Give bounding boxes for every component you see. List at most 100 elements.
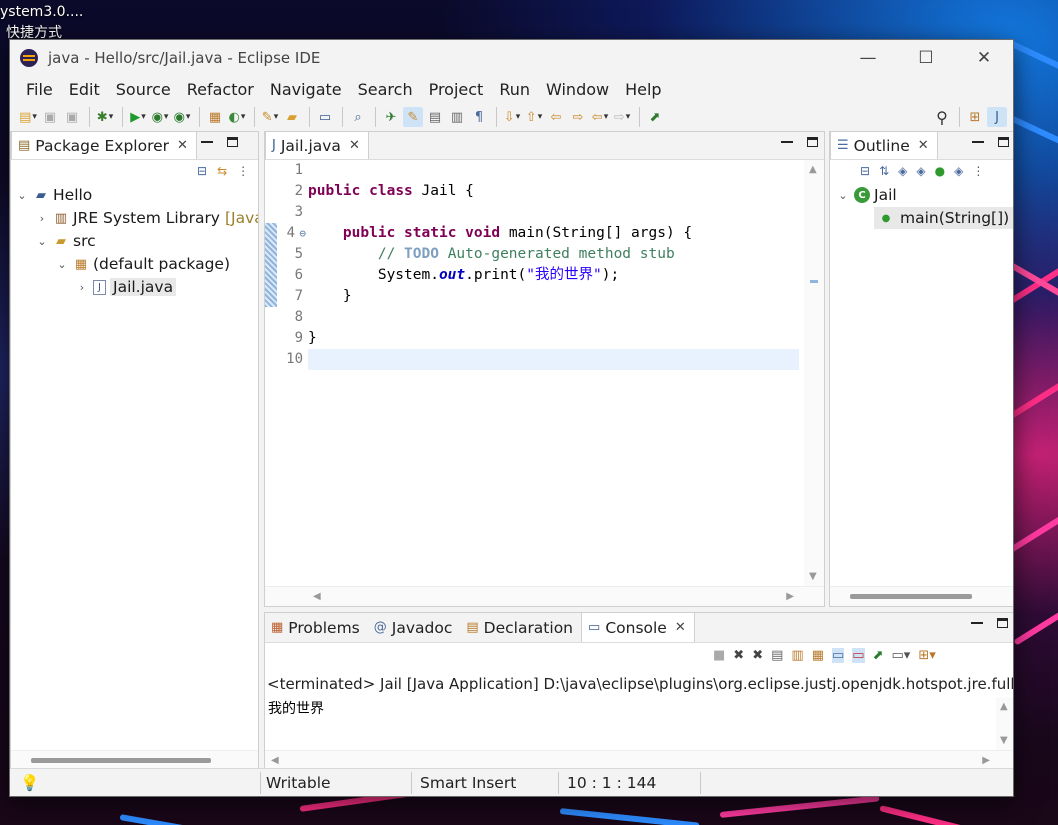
tab-console[interactable]: ▭ Console ✕ bbox=[581, 613, 695, 642]
code-line[interactable]: } bbox=[308, 328, 799, 349]
debug-icon[interactable]: ✱ bbox=[95, 107, 115, 127]
menu-run[interactable]: Run bbox=[491, 80, 538, 99]
maximize-view-icon[interactable] bbox=[807, 137, 818, 147]
menu-navigate[interactable]: Navigate bbox=[262, 80, 350, 99]
show-whitespace-icon[interactable]: ¶ bbox=[469, 107, 489, 127]
tab-jail-java[interactable]: J Jail.java ✕ bbox=[265, 132, 369, 159]
scroll-up-icon[interactable]: ▲ bbox=[809, 164, 817, 175]
block-selection-icon[interactable]: ▤ bbox=[425, 107, 445, 127]
new-java-class-icon[interactable]: ◐ bbox=[227, 107, 247, 127]
hide-static-icon[interactable]: ◈ bbox=[916, 164, 925, 178]
vertical-scrollbar[interactable]: ▲ ▼ bbox=[996, 697, 1013, 750]
horizontal-scrollbar[interactable] bbox=[11, 750, 258, 770]
pin-console-icon[interactable]: ⬈ bbox=[873, 648, 884, 663]
menu-project[interactable]: Project bbox=[421, 80, 492, 99]
terminate-icon[interactable]: ■ bbox=[713, 648, 725, 663]
external-tools-icon[interactable]: ◉ bbox=[172, 107, 192, 127]
title-bar[interactable]: java - Hello/src/Jail.java - Eclipse IDE… bbox=[10, 40, 1013, 76]
collapse-all-icon[interactable]: ⊟ bbox=[197, 164, 207, 178]
tab-problems[interactable]: ▦ Problems bbox=[265, 613, 368, 642]
chevron-down-icon[interactable]: ⌄ bbox=[55, 258, 69, 271]
tree-item-default-package[interactable]: ⌄ ▦ (default package) bbox=[55, 253, 230, 275]
collapse-all-icon[interactable]: ⊟ bbox=[860, 164, 870, 178]
code-line[interactable]: } bbox=[308, 286, 799, 307]
code-line[interactable] bbox=[308, 307, 799, 328]
code-line[interactable]: System.out.print("我的世界"); bbox=[308, 265, 799, 286]
maximize-view-icon[interactable] bbox=[997, 618, 1008, 628]
menu-edit[interactable]: Edit bbox=[61, 80, 108, 99]
maximize-button[interactable]: ☐ bbox=[897, 40, 955, 76]
save-icon[interactable]: ▣ bbox=[40, 107, 60, 127]
chevron-down-icon[interactable]: ⌄ bbox=[836, 189, 850, 202]
sort-icon[interactable]: ⇅ bbox=[879, 164, 889, 178]
chevron-down-icon[interactable]: ⌄ bbox=[35, 235, 49, 248]
close-window-button[interactable]: ✕ bbox=[955, 40, 1013, 76]
code-line[interactable] bbox=[308, 202, 799, 223]
close-icon[interactable]: ✕ bbox=[675, 620, 686, 635]
close-icon[interactable]: ✕ bbox=[177, 138, 188, 153]
last-edit-icon[interactable]: ⇦ bbox=[546, 107, 566, 127]
prev-annotation-icon[interactable]: ⇧ bbox=[524, 107, 544, 127]
chevron-right-icon[interactable]: › bbox=[75, 281, 89, 294]
chevron-down-icon[interactable]: ⌄ bbox=[15, 189, 29, 202]
coverage-icon[interactable]: ◉ bbox=[150, 107, 170, 127]
tree-item-jre-library[interactable]: › ▥ JRE System Library [JavaSE-17] bbox=[35, 207, 258, 229]
close-icon[interactable]: ✕ bbox=[349, 138, 360, 153]
open-type-icon[interactable]: ⌕ bbox=[348, 107, 368, 127]
scroll-down-icon[interactable]: ▼ bbox=[809, 571, 817, 582]
menu-file[interactable]: File bbox=[18, 80, 61, 99]
scroll-left-icon[interactable]: ◀ bbox=[271, 755, 279, 766]
word-wrap-icon[interactable]: ▥ bbox=[447, 107, 467, 127]
minimize-view-icon[interactable] bbox=[781, 137, 793, 143]
tab-javadoc[interactable]: @ Javadoc bbox=[368, 613, 461, 642]
link-with-editor-icon[interactable]: ⇆ bbox=[217, 164, 227, 178]
open-folder-icon[interactable]: ▰ bbox=[282, 107, 302, 127]
minimize-view-icon[interactable] bbox=[971, 618, 983, 624]
java-perspective-icon[interactable]: J bbox=[987, 107, 1007, 127]
highlight-icon[interactable]: ✎ bbox=[403, 107, 423, 127]
save-all-icon[interactable]: ▣ bbox=[62, 107, 82, 127]
outline-item-class[interactable]: ⌄ C Jail bbox=[836, 184, 896, 206]
code-line[interactable] bbox=[308, 349, 799, 370]
remove-launch-icon[interactable]: ✖ bbox=[733, 648, 744, 663]
view-menu-icon[interactable]: ⋮ bbox=[972, 164, 984, 178]
maximize-view-icon[interactable] bbox=[227, 137, 238, 147]
horizontal-scrollbar[interactable]: ◀ ▶ bbox=[265, 750, 1013, 770]
maximize-view-icon[interactable] bbox=[998, 137, 1009, 147]
vertical-scrollbar[interactable]: ▲ ▼ bbox=[804, 160, 824, 586]
forward-edit-icon[interactable]: ⇨ bbox=[568, 107, 588, 127]
tree-item-jail-java[interactable]: › J Jail.java bbox=[75, 276, 177, 298]
search-icon[interactable]: ⚲ bbox=[932, 107, 952, 127]
hide-local-types-icon[interactable]: ◈ bbox=[954, 164, 963, 178]
show-on-stdout-icon[interactable]: ▭ bbox=[832, 648, 845, 663]
run-icon[interactable]: ▶ bbox=[128, 107, 148, 127]
console-output[interactable]: 我的世界 bbox=[265, 697, 996, 750]
desktop-icon-label[interactable]: ystem3.0.... bbox=[0, 4, 83, 20]
terminal-icon[interactable]: ▭ bbox=[315, 107, 335, 127]
scroll-right-icon[interactable]: ▶ bbox=[982, 755, 990, 766]
open-console-icon[interactable]: ⊞▾ bbox=[918, 648, 935, 663]
next-annotation-icon[interactable]: ⇩ bbox=[502, 107, 522, 127]
forward-icon[interactable]: ⇨ bbox=[612, 107, 632, 127]
scroll-lock-icon[interactable]: ▥ bbox=[791, 648, 803, 663]
code-line[interactable]: public class Jail { bbox=[308, 181, 799, 202]
horizontal-scrollbar[interactable] bbox=[830, 586, 1013, 606]
menu-refactor[interactable]: Refactor bbox=[179, 80, 262, 99]
collapse-icon[interactable]: ⊖ bbox=[299, 223, 306, 244]
horizontal-scrollbar[interactable]: ◀ ▶ bbox=[265, 586, 824, 606]
tab-package-explorer[interactable]: ▤ Package Explorer ✕ bbox=[11, 132, 197, 159]
search-tools-icon[interactable]: ✎ bbox=[260, 107, 280, 127]
lightbulb-icon[interactable]: 💡 bbox=[20, 774, 39, 792]
new-icon[interactable]: ▤ bbox=[18, 107, 38, 127]
menu-search[interactable]: Search bbox=[350, 80, 421, 99]
display-console-icon[interactable]: ▭▾ bbox=[892, 648, 911, 663]
annotation-ruler[interactable] bbox=[265, 160, 277, 586]
pin-editor-icon[interactable]: ⬈ bbox=[645, 107, 665, 127]
back-icon[interactable]: ⇦ bbox=[590, 107, 610, 127]
view-menu-icon[interactable]: ⋮ bbox=[237, 164, 249, 178]
scroll-up-icon[interactable]: ▲ bbox=[1000, 701, 1008, 712]
tab-outline[interactable]: ☰ Outline ✕ bbox=[830, 132, 938, 159]
minimize-view-icon[interactable] bbox=[201, 137, 213, 143]
menu-help[interactable]: Help bbox=[617, 80, 669, 99]
code-line[interactable] bbox=[308, 160, 799, 181]
